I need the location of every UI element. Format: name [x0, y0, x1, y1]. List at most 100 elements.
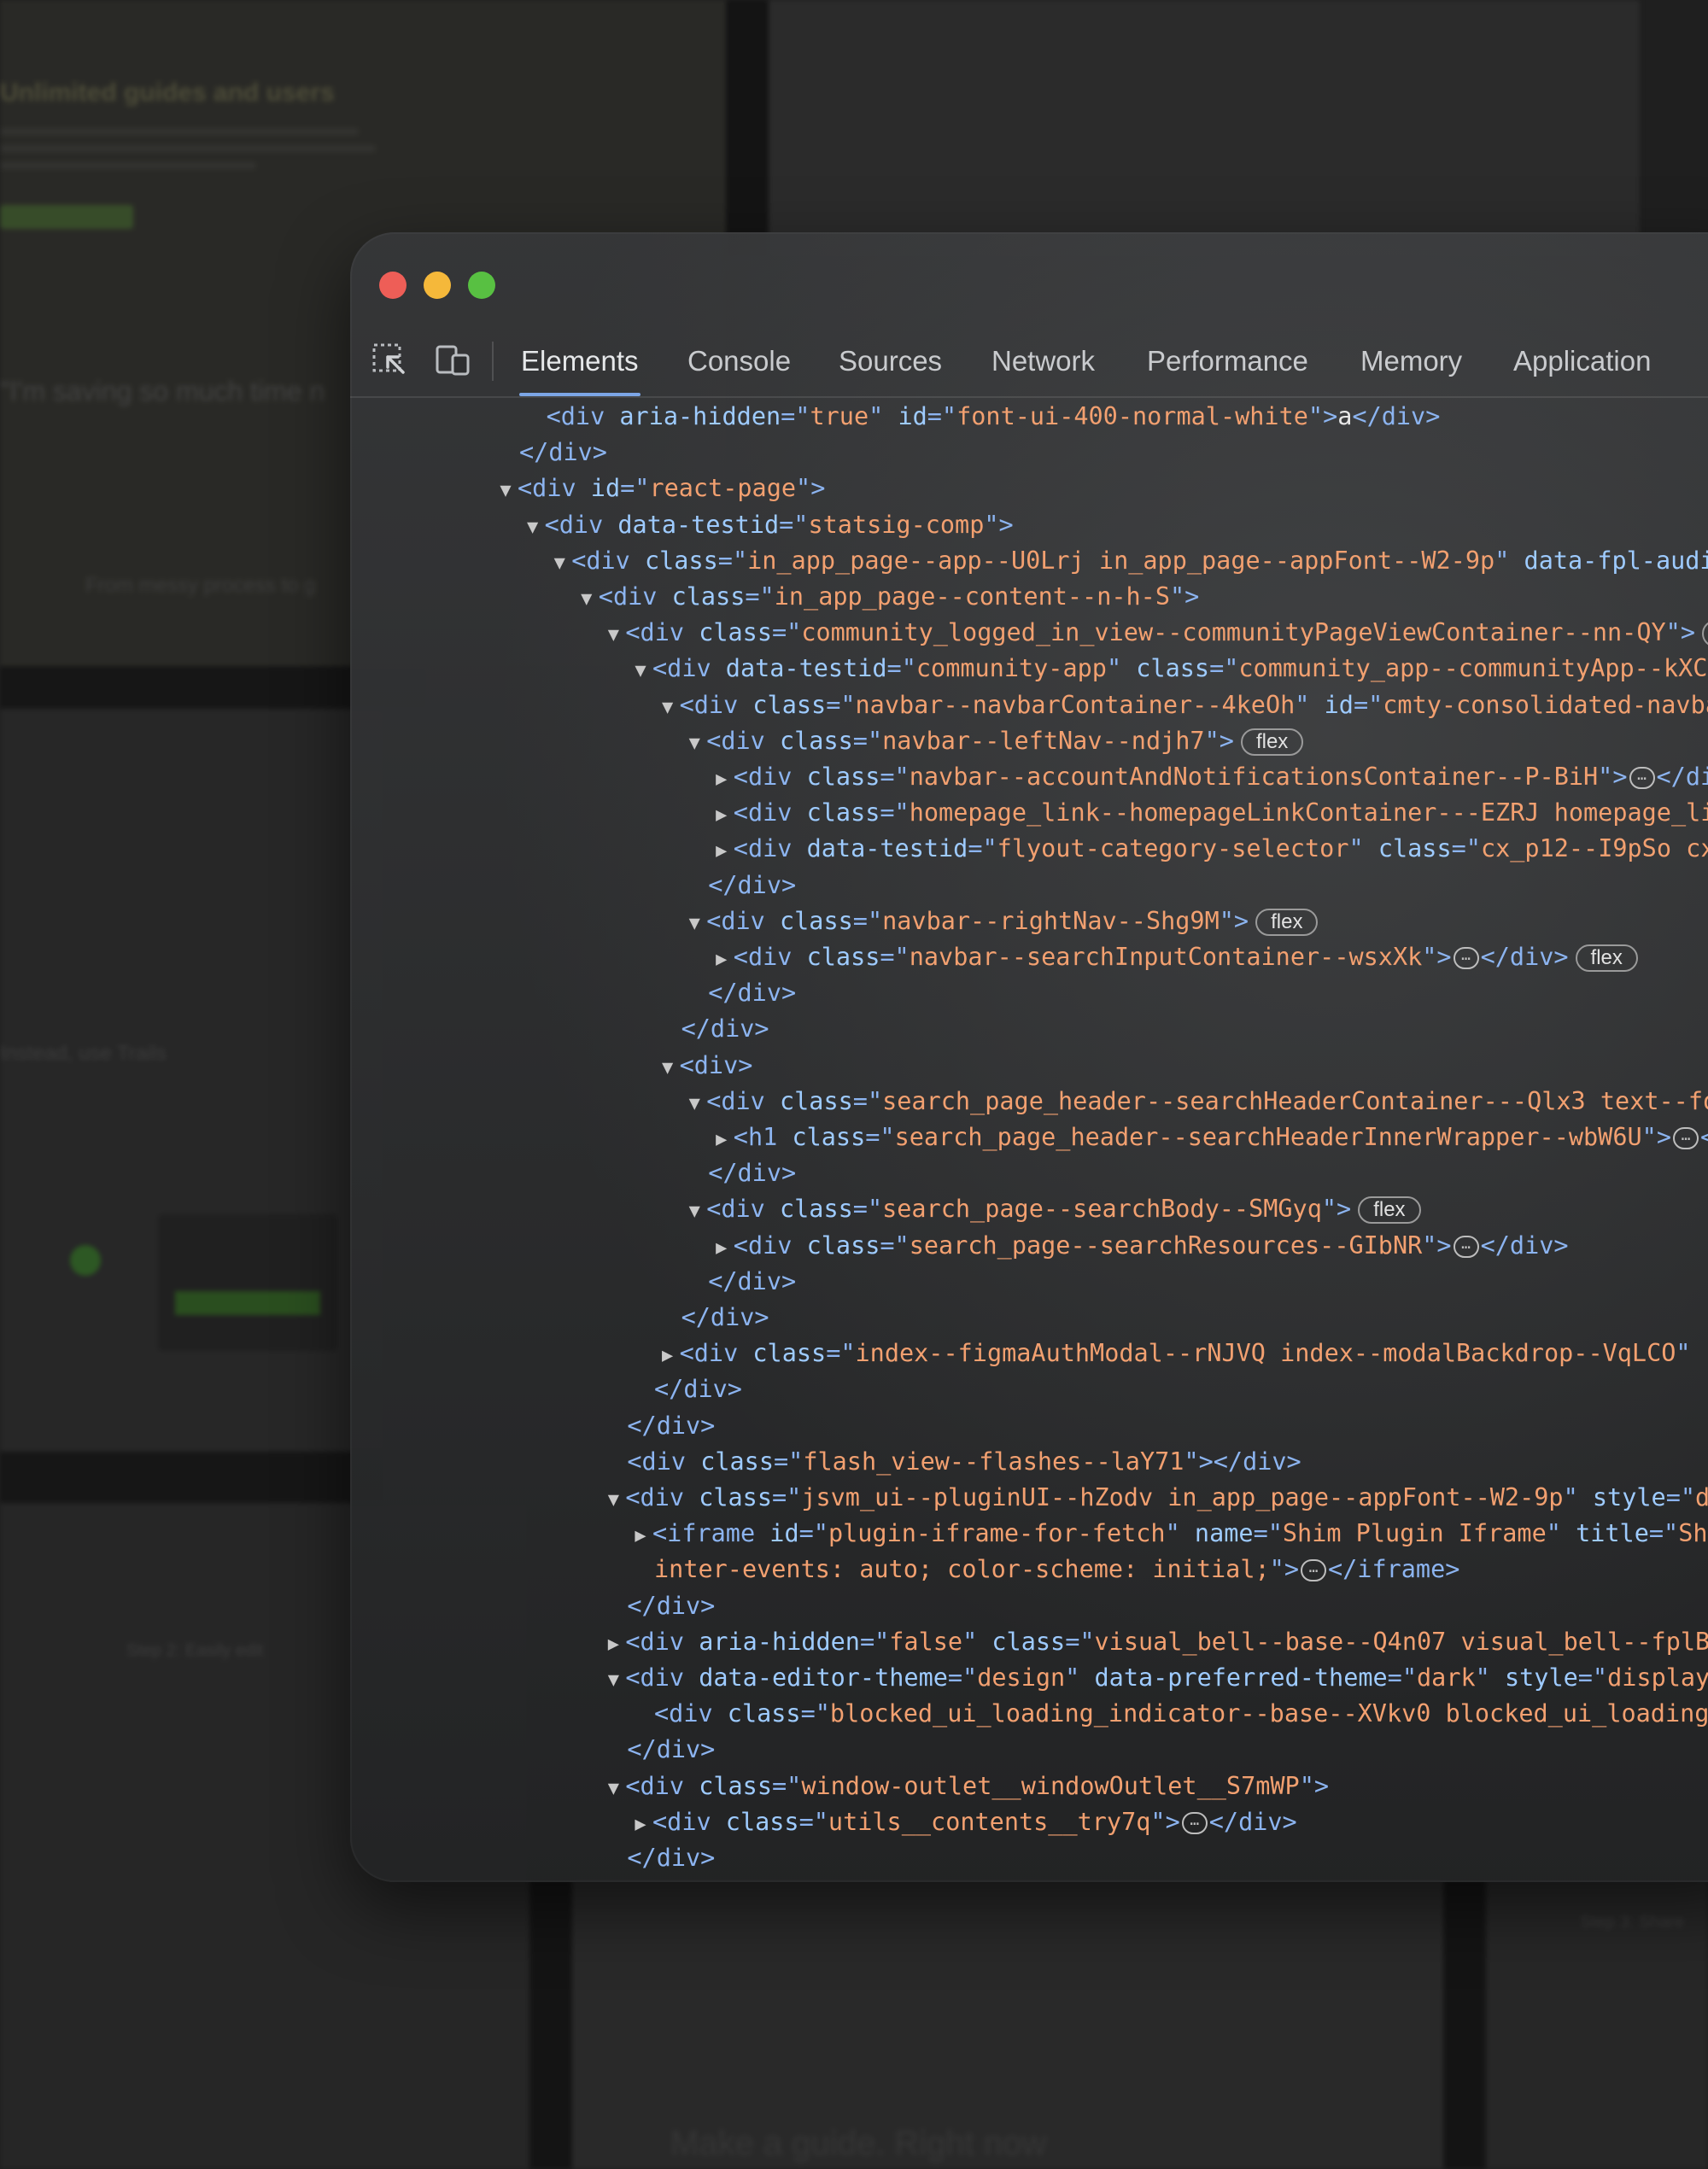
- tag-token: =": [1209, 654, 1239, 683]
- dom-node-row[interactable]: </div>: [654, 1371, 742, 1407]
- attr-name-token: name: [1194, 1519, 1254, 1548]
- dom-node-row[interactable]: ▼ <div class="navbar--rightNav--Shg9M"> fl…: [689, 903, 1319, 939]
- dom-node-row[interactable]: ▼ <div class="window-outlet__windowOutlet…: [608, 1769, 1329, 1804]
- dom-node-row[interactable]: </div>: [627, 1408, 715, 1444]
- dom-node-row[interactable]: ▶ <div class="utils__contents__try7q">… </…: [635, 1804, 1297, 1840]
- dom-node-row[interactable]: ▼ <div class="navbar--navbarContainer--4k…: [662, 687, 1708, 723]
- expand-down-icon[interactable]: ▼: [601, 617, 625, 653]
- dom-node-row[interactable]: inter-events: auto; color-scheme: initia…: [654, 1552, 1459, 1587]
- dom-node-row[interactable]: ▼ <div>: [662, 1048, 753, 1084]
- flex-badge[interactable]: flex: [1358, 1196, 1421, 1225]
- collapsed-children-icon[interactable]: …: [1453, 947, 1479, 969]
- minimize-window-button[interactable]: [424, 272, 451, 299]
- dom-node-row[interactable]: ▼ <div class="jsvm_ui--pluginUI--hZodv in…: [608, 1480, 1708, 1516]
- expand-down-icon[interactable]: ▼: [682, 906, 706, 942]
- tab-sources[interactable]: Sources: [839, 338, 942, 384]
- collapsed-children-icon[interactable]: …: [1181, 1811, 1208, 1834]
- element-picker-icon[interactable]: [371, 342, 408, 379]
- expand-right-icon[interactable]: ▶: [710, 1122, 734, 1158]
- tab-elements[interactable]: Elements: [519, 338, 640, 396]
- dom-node-row[interactable]: ▶ <div data-testid="flyout-category-selec…: [716, 831, 1708, 867]
- dom-node-row[interactable]: ▼ <div data-editor-theme="design" data-pr…: [608, 1660, 1708, 1696]
- dom-node-row[interactable]: ▶ <div class="search_page--searchResource…: [716, 1228, 1568, 1264]
- collapsed-children-icon[interactable]: …: [1300, 1559, 1326, 1582]
- dom-node-row[interactable]: <div class="flash_view--flashes--laY71">…: [627, 1444, 1301, 1480]
- dom-node-row[interactable]: ▶ <div aria-hidden="false" class="visual_…: [608, 1624, 1708, 1660]
- flex-badge[interactable]: flex: [1240, 728, 1304, 756]
- dom-node-row[interactable]: ▼ <div class="in_app_page--app--U0Lrj in_…: [554, 543, 1708, 579]
- dom-node-row[interactable]: ▶ <div class="homepage_link--homepageLink…: [716, 795, 1708, 831]
- expand-right-icon[interactable]: ▶: [710, 762, 734, 798]
- dom-node-row[interactable]: ▼ <div class="community_logged_in_view--c…: [608, 615, 1708, 651]
- dom-node-row[interactable]: </div>: [627, 1588, 715, 1624]
- dom-node-row[interactable]: ▼ <div class="search_page_header--searchH…: [689, 1084, 1708, 1120]
- expand-right-icon[interactable]: ▶: [601, 1627, 625, 1663]
- expand-down-icon[interactable]: ▼: [682, 1194, 706, 1230]
- tag-token: <div>: [679, 1050, 753, 1079]
- dom-node-row[interactable]: ▶ <iframe id="plugin-iframe-for-fetch" na…: [635, 1516, 1708, 1552]
- dom-node-row[interactable]: </div>: [681, 1011, 769, 1047]
- dom-node-row[interactable]: ▶ <div class="navbar--accountAndNotificat…: [716, 759, 1708, 795]
- tag-token: =": [717, 546, 748, 575]
- dom-node-row[interactable]: </div>: [627, 1840, 715, 1876]
- dom-node-row[interactable]: ▶ <div class="navbar--searchInputContaine…: [716, 939, 1638, 975]
- dom-node-row[interactable]: </div>: [708, 1155, 796, 1191]
- flex-badge[interactable]: flex: [1702, 620, 1708, 648]
- flex-badge[interactable]: flex: [1255, 908, 1319, 936]
- tag-token: </div>: [1208, 1807, 1297, 1836]
- tab-network[interactable]: Network: [991, 338, 1095, 384]
- tab-performance[interactable]: Performance: [1147, 338, 1308, 384]
- dom-node-row[interactable]: ▼ <div class="in_app_page--content--n-h-S…: [581, 579, 1199, 615]
- expand-right-icon[interactable]: ▶: [710, 942, 734, 978]
- dom-node-row[interactable]: ▼ <div id="react-page">: [500, 471, 825, 506]
- dom-node-row[interactable]: </div>: [708, 868, 796, 903]
- expand-down-icon[interactable]: ▼: [656, 1050, 680, 1086]
- dom-node-row[interactable]: </div>: [627, 1732, 715, 1768]
- dom-node-row[interactable]: <div class="blocked_ui_loading_indicator…: [654, 1696, 1708, 1732]
- tag-token: <div: [652, 1807, 726, 1836]
- expand-down-icon[interactable]: ▼: [682, 726, 706, 762]
- tag-token: ": [1546, 1519, 1576, 1548]
- expand-down-icon[interactable]: ▼: [547, 546, 571, 582]
- dom-node-row[interactable]: ▶ <h1 class="search_page_header--searchHe…: [716, 1120, 1708, 1155]
- expand-down-icon[interactable]: ▼: [682, 1086, 706, 1122]
- tag-token: </div>: [708, 979, 797, 1008]
- close-window-button[interactable]: [379, 272, 407, 299]
- dom-node-row[interactable]: ▼ <div class="navbar--leftNav--ndjh7"> fle…: [689, 723, 1304, 759]
- device-toolbar-icon[interactable]: [434, 342, 471, 379]
- tag-token: </div>: [519, 438, 607, 467]
- expand-down-icon[interactable]: ▼: [494, 473, 518, 509]
- dom-node-row[interactable]: ▼ <div data-testid="statsig-comp">: [527, 507, 1014, 543]
- expand-right-icon[interactable]: ▶: [710, 798, 734, 833]
- expand-right-icon[interactable]: ▶: [710, 833, 734, 869]
- expand-right-icon[interactable]: ▶: [710, 1231, 734, 1266]
- expand-right-icon[interactable]: ▶: [629, 1807, 652, 1843]
- dom-node-row[interactable]: </div>: [708, 975, 796, 1011]
- collapsed-children-icon[interactable]: …: [1453, 1235, 1479, 1258]
- tag-token: <div: [652, 654, 726, 683]
- collapsed-children-icon[interactable]: …: [1629, 767, 1655, 789]
- expand-down-icon[interactable]: ▼: [656, 690, 680, 726]
- expand-down-icon[interactable]: ▼: [629, 653, 652, 689]
- expand-right-icon[interactable]: ▶: [629, 1518, 652, 1554]
- tab-console[interactable]: Console: [687, 338, 791, 384]
- dom-node-row[interactable]: ▼ <div class="search_page--searchBody--SM…: [689, 1191, 1421, 1227]
- expand-down-icon[interactable]: ▼: [601, 1771, 625, 1807]
- expand-down-icon[interactable]: ▼: [601, 1663, 625, 1698]
- dom-node-row[interactable]: ▼ <div data-testid="community-app" class=…: [635, 651, 1708, 687]
- expand-right-icon[interactable]: ▶: [656, 1338, 680, 1374]
- expand-down-icon[interactable]: ▼: [575, 582, 599, 617]
- collapsed-children-icon[interactable]: …: [1672, 1127, 1699, 1149]
- flex-badge[interactable]: flex: [1575, 944, 1638, 972]
- dom-node-row[interactable]: <div aria-hidden="true" id="font-ui-400-…: [547, 399, 1441, 435]
- expand-down-icon[interactable]: ▼: [521, 510, 545, 546]
- tab-memory[interactable]: Memory: [1360, 338, 1462, 384]
- dom-node-row[interactable]: </div>: [681, 1300, 769, 1336]
- maximize-window-button[interactable]: [468, 272, 495, 299]
- attr-name-token: class: [752, 690, 827, 719]
- dom-node-row[interactable]: </div>: [519, 435, 607, 471]
- tab-application[interactable]: Application: [1513, 338, 1651, 384]
- dom-node-row[interactable]: </div>: [708, 1264, 796, 1300]
- dom-node-row[interactable]: ▶ <div class="index--figmaAuthModal--rNJV…: [662, 1336, 1708, 1371]
- expand-down-icon[interactable]: ▼: [601, 1482, 625, 1518]
